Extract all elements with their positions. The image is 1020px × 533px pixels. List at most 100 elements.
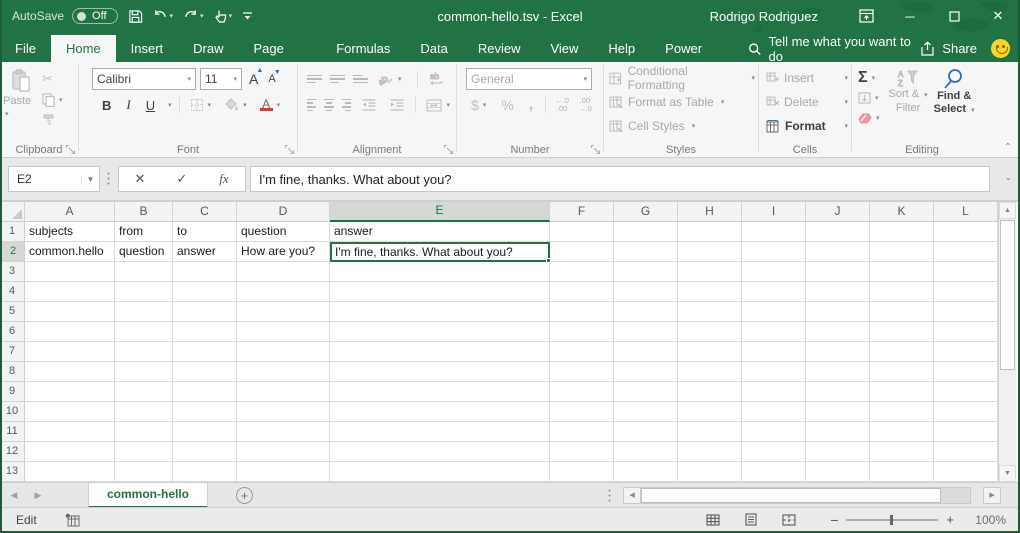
cell-A4[interactable] [25,282,115,302]
cell-G1[interactable] [614,222,678,242]
zoom-slider-thumb[interactable] [890,515,893,525]
increase-indent-button[interactable] [387,98,407,112]
collapse-ribbon-button[interactable]: ⌃ [1004,142,1012,153]
column-header-H[interactable]: H [678,202,742,222]
cell-J1[interactable] [806,222,870,242]
cell-D8[interactable] [237,362,330,382]
tab-page-layout[interactable]: Page Layout [239,35,322,62]
column-header-F[interactable]: F [550,202,614,222]
cell-A10[interactable] [25,402,115,422]
fill-color-button[interactable]: ▾ [221,97,250,113]
align-center-button[interactable] [324,97,333,113]
decrease-decimal-button[interactable]: .00→.0 [578,97,592,113]
cell-D4[interactable] [237,282,330,302]
cell-G4[interactable] [614,282,678,302]
tab-draw[interactable]: Draw [178,35,238,62]
cell-B13[interactable] [115,462,173,482]
bottom-align-button[interactable] [353,73,368,86]
cell-C8[interactable] [173,362,237,382]
normal-view-button[interactable] [694,509,732,531]
previous-sheet-icon[interactable]: ◀ [0,490,28,501]
cell-K13[interactable] [870,462,934,482]
cell-J12[interactable] [806,442,870,462]
cell-F2[interactable] [550,242,614,262]
cell-F10[interactable] [550,402,614,422]
cell-A8[interactable] [25,362,115,382]
cell-A11[interactable] [25,422,115,442]
select-all-corner[interactable] [0,202,25,222]
new-sheet-button[interactable]: + [236,487,253,504]
maximize-button[interactable] [932,0,976,32]
cell-J6[interactable] [806,322,870,342]
cell-C1[interactable]: to [173,222,237,242]
row-header-10[interactable]: 10 [0,402,25,422]
cell-G10[interactable] [614,402,678,422]
cell-E3[interactable] [330,262,550,282]
cell-I1[interactable] [742,222,806,242]
cell-B4[interactable] [115,282,173,302]
cell-G12[interactable] [614,442,678,462]
cell-B6[interactable] [115,322,173,342]
column-header-J[interactable]: J [806,202,870,222]
cell-C6[interactable] [173,322,237,342]
cell-F13[interactable] [550,462,614,482]
close-button[interactable]: ✕ [976,0,1020,32]
italic-button[interactable]: I [122,97,134,113]
cell-B5[interactable] [115,302,173,322]
cell-I9[interactable] [742,382,806,402]
row-header-7[interactable]: 7 [0,342,25,362]
scroll-right-icon[interactable]: ▶ [983,487,1001,504]
cell-I8[interactable] [742,362,806,382]
page-layout-view-button[interactable] [732,509,770,531]
undo-caret-icon[interactable]: ▾ [170,12,174,20]
format-cells-button[interactable]: Format▾ [762,114,848,138]
expand-formula-bar-icon[interactable]: ⌄ [1004,172,1012,183]
cell-B7[interactable] [115,342,173,362]
cell-H10[interactable] [678,402,742,422]
cell-D3[interactable] [237,262,330,282]
font-name-select[interactable]: Calibri▾ [92,68,196,90]
zoom-in-button[interactable]: + [946,512,954,527]
scroll-down-icon[interactable]: ▼ [999,465,1016,482]
cell-H13[interactable] [678,462,742,482]
cell-K10[interactable] [870,402,934,422]
cell-B10[interactable] [115,402,173,422]
cell-E11[interactable] [330,422,550,442]
cell-styles-button[interactable]: Cell Styles▾ [607,114,755,138]
cell-K8[interactable] [870,362,934,382]
cell-A12[interactable] [25,442,115,462]
cell-E8[interactable] [330,362,550,382]
cell-J13[interactable] [806,462,870,482]
cell-F9[interactable] [550,382,614,402]
cell-G11[interactable] [614,422,678,442]
fill-button[interactable]: ▾ [855,88,883,107]
clipboard-dialog-launcher-icon[interactable] [65,144,76,155]
cell-G13[interactable] [614,462,678,482]
number-format-select[interactable]: General▾ [466,68,592,90]
cell-C5[interactable] [173,302,237,322]
alignment-dialog-launcher-icon[interactable] [443,144,454,155]
cell-C2[interactable]: answer [173,242,237,262]
macro-record-button[interactable] [65,513,80,527]
cell-C12[interactable] [173,442,237,462]
cell-L13[interactable] [934,462,998,482]
cell-I7[interactable] [742,342,806,362]
column-header-C[interactable]: C [173,202,237,222]
cell-D9[interactable] [237,382,330,402]
cell-I13[interactable] [742,462,806,482]
decrease-font-size-button[interactable]: A▼ [265,73,278,85]
row-header-5[interactable]: 5 [0,302,25,322]
cell-B8[interactable] [115,362,173,382]
row-header-11[interactable]: 11 [0,422,25,442]
horizontal-scrollbar-thumb[interactable] [641,488,941,503]
cell-A9[interactable] [25,382,115,402]
tab-formulas[interactable]: Formulas [321,35,405,62]
autosum-button[interactable]: Σ▾ [855,68,883,87]
formula-bar-divider[interactable] [107,171,110,187]
row-header-9[interactable]: 9 [0,382,25,402]
cell-D5[interactable] [237,302,330,322]
tab-file[interactable]: File [0,35,51,62]
cell-G3[interactable] [614,262,678,282]
page-break-preview-button[interactable] [770,509,808,531]
column-header-G[interactable]: G [614,202,678,222]
